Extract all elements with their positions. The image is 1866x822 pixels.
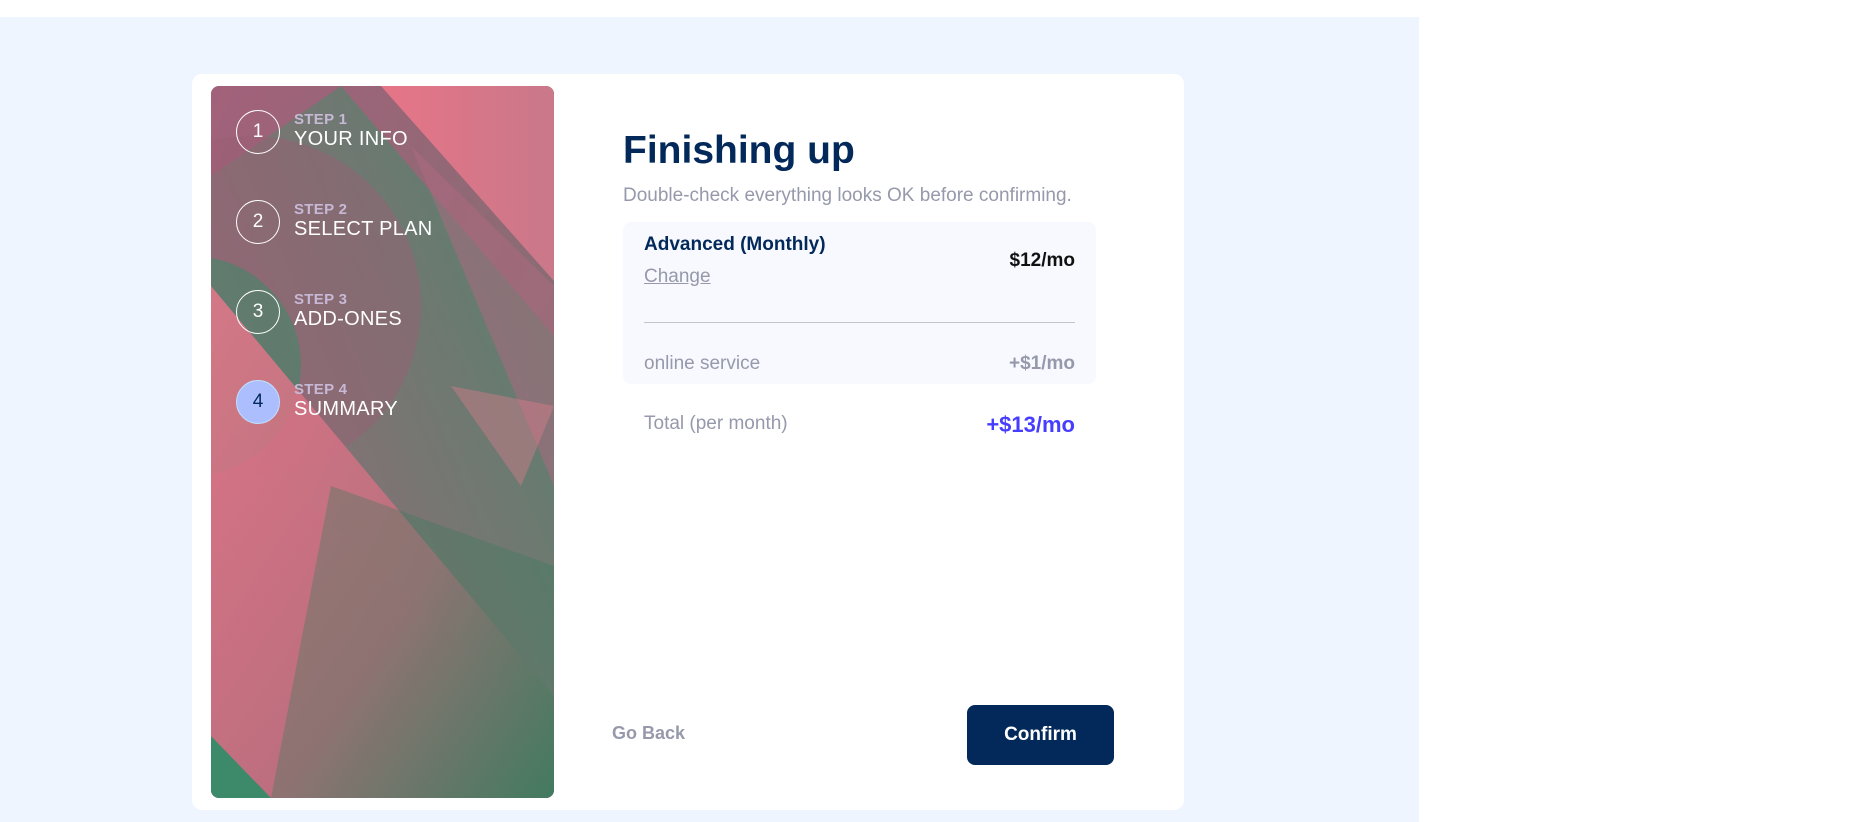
page-subtitle: Double-check everything looks OK before … [623,185,1072,206]
plan-name: Advanced (Monthly) [644,234,826,255]
plan-price: $12/mo [1009,250,1075,271]
step-number-circle: 3 [236,290,280,334]
addon-name: online service [644,353,761,374]
form-card: 1 STEP 1 YOUR INFO 2 STEP 2 SELECT PLAN … [192,74,1184,810]
step-number-circle: 1 [236,110,280,154]
step-name: SELECT PLAN [294,218,433,240]
step-label: STEP 3 [294,291,348,308]
step-item-summary[interactable]: 4 STEP 4 SUMMARY [236,380,536,426]
page-title: Finishing up [623,129,855,172]
step-number-circle-active: 4 [236,380,280,424]
summary-divider [644,322,1075,323]
step-item-select-plan[interactable]: 2 STEP 2 SELECT PLAN [236,200,536,246]
step-name: YOUR INFO [294,128,408,150]
step-label: STEP 1 [294,111,348,128]
step-name: ADD-ONES [294,308,402,330]
steps-sidebar: 1 STEP 1 YOUR INFO 2 STEP 2 SELECT PLAN … [211,86,554,798]
addon-price: +$1/mo [1008,353,1075,374]
page-background: 1 STEP 1 YOUR INFO 2 STEP 2 SELECT PLAN … [0,17,1419,822]
total-price: +$13/mo [986,412,1075,437]
step-number-circle: 2 [236,200,280,244]
step-label: STEP 2 [294,201,348,218]
step-item-your-info[interactable]: 1 STEP 1 YOUR INFO [236,110,536,156]
order-summary-box: Advanced (Monthly) Change $12/mo online … [623,222,1096,384]
go-back-button[interactable]: Go Back [612,723,685,744]
step-item-add-ons[interactable]: 3 STEP 3 ADD-ONES [236,290,536,336]
sidebar-background-art [211,86,554,798]
total-label: Total (per month) [644,413,788,434]
step-label: STEP 4 [294,381,348,398]
step-name: SUMMARY [294,398,398,420]
confirm-button[interactable]: Confirm [967,705,1114,765]
change-plan-link[interactable]: Change [644,266,711,288]
